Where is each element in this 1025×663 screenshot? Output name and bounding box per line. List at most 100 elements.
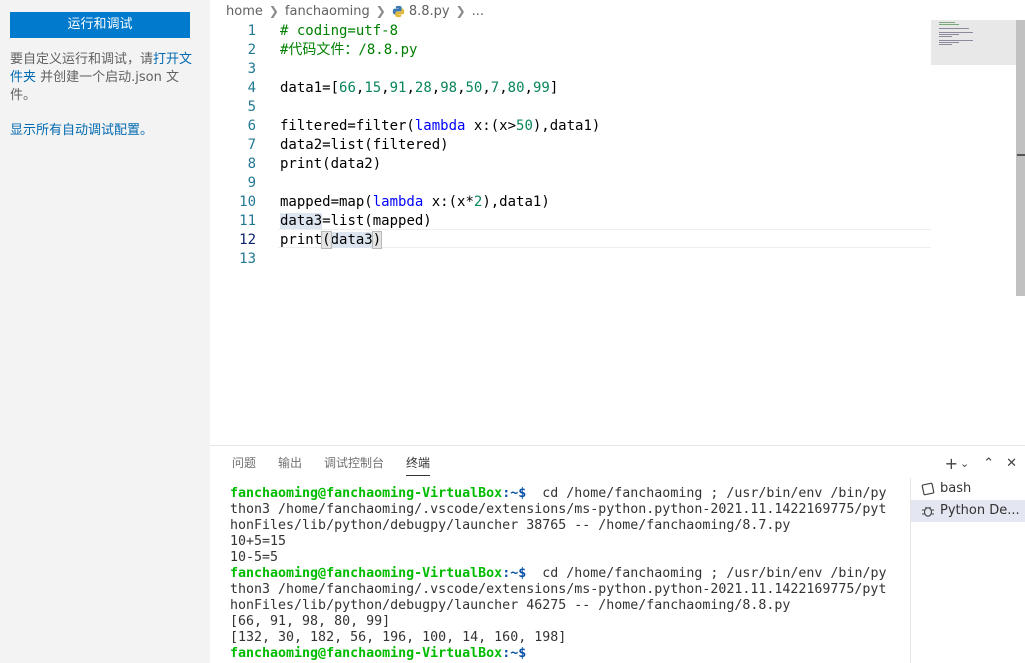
code-token: x:(x>	[465, 118, 517, 134]
editor-scrollbar[interactable]	[1016, 20, 1025, 296]
minimap-line	[939, 32, 973, 33]
show-all-debug-configs-link[interactable]: 显示所有自动调试配置。	[10, 119, 153, 138]
panel-actions: + ⌄ ⌃ ✕	[937, 454, 1017, 473]
code-token: print	[280, 232, 323, 248]
code-number: 98	[440, 80, 458, 96]
maximize-panel-icon[interactable]: ⌃	[983, 456, 994, 471]
instructions-pre: 要自定义运行和调试，请	[10, 52, 154, 67]
line-number: 1	[247, 23, 256, 39]
code-token: ]	[549, 80, 559, 96]
word-highlight: data3	[330, 232, 373, 248]
tab-problems[interactable]: 问题	[232, 454, 256, 476]
breadcrumb-home[interactable]: home	[226, 4, 263, 19]
line-number: 3	[247, 61, 256, 77]
scrollbar-cursor-marker	[1017, 154, 1025, 156]
close-panel-icon[interactable]: ✕	[1006, 456, 1017, 471]
bracket-match: )	[371, 231, 383, 249]
terminal-line: 10+5=15	[230, 534, 287, 549]
panel-tabs: 问题 输出 调试控制台 终端	[232, 454, 452, 476]
terminal-item-label: bash	[940, 481, 972, 496]
code-token: mapped=map(	[280, 194, 373, 210]
prompt-path: :~$	[502, 486, 527, 501]
breadcrumb-symbols[interactable]: ...	[472, 4, 484, 19]
code-line-1: # coding=utf-8	[280, 23, 399, 39]
chevron-down-icon[interactable]: ⌄	[960, 457, 969, 470]
minimap-line	[939, 40, 973, 41]
prompt-path: :~$	[502, 566, 527, 581]
line-number: 6	[247, 118, 256, 134]
code-token: x:(x*	[423, 194, 474, 210]
line-number: 7	[247, 137, 256, 153]
prompt-user: fanchaoming@fanchaoming-VirtualBox	[230, 566, 503, 581]
prompt-user: fanchaoming@fanchaoming-VirtualBox	[230, 486, 503, 501]
terminal-output[interactable]: fanchaoming@fanchaoming-VirtualBox:~$ cd…	[230, 486, 910, 662]
code-token: filtered=filter(	[280, 118, 415, 134]
code-token: ),data1)	[482, 194, 550, 210]
minimap-line	[939, 34, 959, 35]
code-keyword: lambda	[372, 194, 424, 210]
terminal-line: fanchaoming@fanchaoming-VirtualBox:~$ cd…	[230, 566, 910, 582]
terminal-line: honFiles/lib/python/debugpy/launcher 462…	[230, 598, 791, 613]
code-token: ),data1)	[532, 118, 601, 134]
code-line-4: data1=[66,15,91,28,98,50,7,80,99]	[280, 80, 559, 96]
line-number: 11	[239, 213, 256, 229]
breadcrumb-folder[interactable]: fanchaoming	[285, 4, 370, 19]
tab-output[interactable]: 输出	[278, 454, 302, 476]
terminal-line: [132, 30, 182, 56, 196, 100, 14, 160, 19…	[230, 630, 567, 645]
terminal-line: [66, 91, 98, 80, 99]	[230, 614, 391, 629]
terminal-item-python-debug[interactable]: Python De...	[911, 500, 1025, 522]
code-token: data1=[	[280, 80, 340, 96]
code-number: 66	[339, 80, 356, 96]
code-number: 99	[532, 80, 550, 96]
minimap[interactable]	[931, 20, 1016, 65]
code-keyword: lambda	[414, 118, 466, 134]
line-number: 4	[247, 80, 256, 96]
code-number: 28	[414, 80, 432, 96]
terminal-icon	[921, 482, 935, 496]
line-number: 13	[239, 251, 256, 267]
code-line-6: filtered=filter(lambda x:(x>50),data1)	[280, 117, 600, 136]
minimap-line	[939, 44, 952, 45]
minimap-line	[939, 22, 955, 23]
terminal-text: cd /home/fanchaoming ; /usr/bin/env /bin…	[526, 566, 887, 581]
terminal-line: honFiles/lib/python/debugpy/launcher 387…	[230, 518, 791, 533]
minimap-line	[939, 42, 959, 43]
code-number: 7	[490, 80, 500, 96]
chevron-right-icon: ❯	[455, 4, 466, 18]
code-number: 91	[389, 80, 407, 96]
python-file-icon	[392, 5, 405, 17]
chevron-right-icon: ❯	[375, 4, 386, 18]
tab-terminal[interactable]: 终端	[406, 454, 431, 476]
code-line-10: mapped=map(lambda x:(x*2),data1)	[280, 193, 550, 212]
bottom-panel: 问题 输出 调试控制台 终端 + ⌄ ⌃ ✕ fanchaoming@fanch…	[210, 445, 1025, 663]
code-number: 50	[465, 80, 483, 96]
line-number-active: 12	[239, 232, 256, 248]
terminal-item-label: Python De...	[940, 503, 1020, 518]
instructions-post: 并创建一个启动.json 文件。	[10, 70, 179, 103]
new-terminal-icon[interactable]: +	[945, 454, 958, 473]
code-editor[interactable]: 1 2 3 4 5 6 7 8 9 10 11 12 13 # coding=u…	[210, 20, 1025, 445]
code-number: 80	[507, 80, 525, 96]
minimap-line	[939, 36, 952, 37]
minimap-line	[939, 28, 969, 29]
run-and-debug-button[interactable]: 运行和调试	[10, 12, 190, 38]
code-line-2: #代码文件：/8.8.py	[280, 42, 418, 58]
line-number: 10	[239, 194, 256, 210]
line-number: 9	[247, 175, 256, 191]
code-line-8: print(data2)	[280, 156, 382, 172]
code-number: 50	[516, 118, 533, 134]
word-highlight: data3	[280, 213, 323, 229]
debug-icon	[922, 506, 934, 517]
breadcrumb-file[interactable]: 8.8.py	[409, 4, 450, 19]
terminal-line: 10-5=5	[230, 550, 279, 565]
prompt-user: fanchaoming@fanchaoming-VirtualBox	[230, 646, 503, 661]
terminal-text: cd /home/fanchaoming ; /usr/bin/env /bin…	[526, 486, 887, 501]
sidebar-instructions: 要自定义运行和调试，请打开文件夹 并创建一个启动.json 文件。	[10, 51, 194, 105]
breadcrumb: home ❯ fanchaoming ❯ 8.8.py ❯ ...	[226, 2, 484, 20]
tab-debug-console[interactable]: 调试控制台	[324, 454, 384, 476]
terminal-item-bash[interactable]: bash	[911, 478, 1025, 500]
code-token: =list(mapped)	[322, 213, 432, 229]
chevron-right-icon: ❯	[268, 4, 279, 18]
line-number: 8	[247, 156, 256, 172]
bracket-match: (	[321, 231, 332, 249]
